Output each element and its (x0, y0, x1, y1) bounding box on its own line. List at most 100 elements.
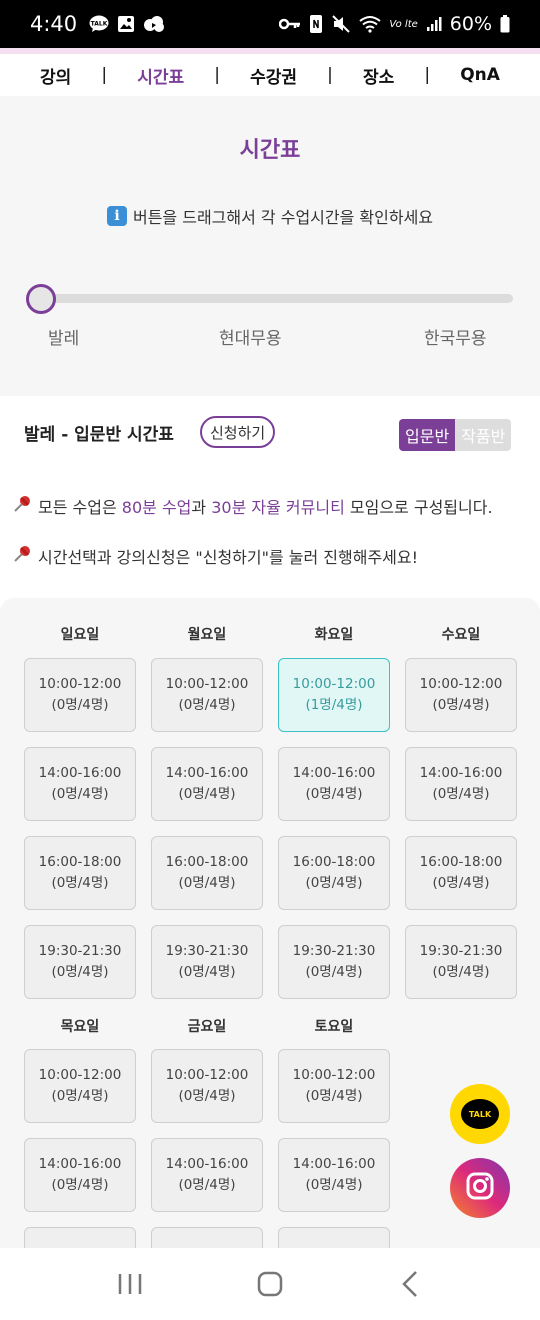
time-slot[interactable] (24, 1227, 136, 1248)
slot-capacity: (0명/4명) (51, 1177, 109, 1193)
slot-time: 10:00-12:00 (38, 1067, 122, 1083)
time-slot[interactable]: 10:00-12:00 (0명/4명) (24, 1049, 136, 1123)
instagram-button[interactable] (450, 1158, 510, 1218)
nav-item-location[interactable]: 장소 (363, 63, 394, 88)
svg-text:TALK: TALK (91, 21, 108, 28)
time-slot[interactable]: 16:00-18:00 (0명/4명) (151, 836, 263, 910)
nav-item-lecture[interactable]: 강의 (40, 63, 71, 88)
day-label-friday: 금요일 (187, 1019, 227, 1035)
slot-capacity: (0명/4명) (51, 964, 109, 980)
status-time: 4:40 (30, 12, 78, 36)
time-slot[interactable]: 14:00-16:00 (0명/4명) (24, 747, 136, 821)
slot-capacity: (0명/4명) (178, 964, 236, 980)
time-slot[interactable]: 16:00-18:00 (0명/4명) (278, 836, 390, 910)
time-slot[interactable]: 16:00-18:00 (0명/4명) (405, 836, 517, 910)
slot-time: 10:00-12:00 (165, 1067, 249, 1083)
back-icon[interactable] (390, 1264, 430, 1304)
slot-capacity: (0명/4명) (178, 1088, 236, 1104)
signal-icon (426, 16, 442, 32)
volte-icon: Vo lte (389, 18, 418, 30)
slider-label-ballet[interactable]: 발레 (48, 324, 79, 349)
time-slot[interactable]: 14:00-16:00 (0명/4명) (405, 747, 517, 821)
time-slot[interactable]: 19:30-21:30 (0명/4명) (151, 925, 263, 999)
day-label-tuesday: 화요일 (314, 627, 354, 643)
notice-text-pre: 모든 수업은 (38, 498, 117, 517)
slot-time: 14:00-16:00 (165, 765, 249, 781)
battery-percent: 60% (449, 13, 492, 35)
slot-capacity: (0명/4명) (305, 786, 363, 802)
system-nav-bar (0, 1248, 540, 1320)
time-slot[interactable]: 10:00-12:00 (0명/4명) (405, 658, 517, 732)
page-title: 시간표 (239, 138, 301, 163)
slot-time: 10:00-12:00 (292, 1067, 376, 1083)
time-slot[interactable]: 14:00-16:00 (0명/4명) (278, 747, 390, 821)
time-slot[interactable] (278, 1227, 390, 1248)
time-slot[interactable]: 14:00-16:00 (0명/4명) (24, 1138, 136, 1212)
day-label-wednesday: 수요일 (441, 627, 481, 643)
kakao-talk-button[interactable]: TALK (450, 1084, 510, 1144)
slot-time: 16:00-18:00 (38, 854, 122, 870)
slot-time: 14:00-16:00 (292, 1156, 376, 1172)
notice-apply-guide: 시간선택과 강의신청은 "신청하기"를 눌러 진행해주세요! (12, 544, 418, 568)
notice-text-mid: 과 (191, 498, 207, 517)
slider-label-contemporary[interactable]: 현대무용 (219, 324, 282, 349)
time-slot[interactable]: 19:30-21:30 (0명/4명) (278, 925, 390, 999)
slot-capacity: (0명/4명) (178, 697, 236, 713)
slot-capacity: (0명/4명) (432, 786, 490, 802)
battery-icon (500, 15, 510, 33)
time-slot[interactable]: 10:00-12:00 (0명/4명) (24, 658, 136, 732)
slot-time: 14:00-16:00 (38, 765, 122, 781)
nav-separator: | (214, 65, 220, 85)
slot-capacity: (0명/4명) (432, 697, 490, 713)
pushpin-icon (12, 494, 32, 518)
genre-slider-track[interactable] (28, 294, 513, 303)
slot-capacity: (1명/4명) (305, 697, 363, 713)
slot-time: 16:00-18:00 (165, 854, 249, 870)
time-slot[interactable]: 19:30-21:30 (0명/4명) (24, 925, 136, 999)
slider-label-korean[interactable]: 한국무용 (424, 324, 487, 349)
day-label-thursday: 목요일 (60, 1019, 100, 1035)
cloud-icon (143, 15, 165, 33)
slot-time: 14:00-16:00 (292, 765, 376, 781)
slot-time: 14:00-16:00 (419, 765, 503, 781)
slot-time: 10:00-12:00 (419, 676, 503, 692)
nav-separator: | (101, 65, 108, 85)
time-slot-selected[interactable]: 10:00-12:00 (1명/4명) (278, 658, 390, 732)
level-beginner-tab[interactable]: 입문반 (399, 419, 456, 451)
time-slot[interactable]: 10:00-12:00 (0명/4명) (278, 1049, 390, 1123)
time-slot[interactable]: 14:00-16:00 (0명/4명) (151, 747, 263, 821)
time-slot[interactable]: 10:00-12:00 (0명/4명) (151, 1049, 263, 1123)
apply-button[interactable]: 신청하기 (200, 416, 276, 448)
recent-apps-icon[interactable] (110, 1264, 150, 1304)
notice-accent-community: 30분 자율 커뮤니티 (211, 498, 345, 517)
level-performance-tab[interactable]: 작품반 (455, 419, 512, 451)
slot-capacity: (0명/4명) (51, 875, 109, 891)
nav-item-pass[interactable]: 수강권 (250, 63, 297, 88)
instagram-icon (465, 1171, 495, 1205)
talk-icon: TALK (89, 15, 109, 33)
genre-slider-thumb[interactable] (26, 284, 56, 314)
time-slot[interactable]: 19:30-21:30 (0명/4명) (405, 925, 517, 999)
home-icon[interactable] (250, 1264, 290, 1304)
notice-accent-duration: 80분 수업 (121, 498, 192, 517)
slot-capacity: (0명/4명) (178, 875, 236, 891)
info-line: i 버튼을 드래그해서 각 수업시간을 확인하세요 (0, 204, 540, 228)
nav-item-timetable[interactable]: 시간표 (137, 63, 184, 88)
nav-separator: | (327, 65, 333, 85)
slot-capacity: (0명/4명) (178, 786, 236, 802)
time-slot[interactable]: 10:00-12:00 (0명/4명) (151, 658, 263, 732)
nav-item-qna[interactable]: QnA (460, 65, 500, 85)
kakao-talk-icon: TALK (461, 1099, 499, 1129)
slot-capacity: (0명/4명) (305, 1088, 363, 1104)
day-label-sunday: 일요일 (60, 627, 100, 643)
time-slot[interactable]: 14:00-16:00 (0명/4명) (151, 1138, 263, 1212)
level-toggle: 입문반 작품반 (399, 419, 512, 451)
time-slot[interactable]: 14:00-16:00 (0명/4명) (278, 1138, 390, 1212)
time-slot[interactable]: 16:00-18:00 (0명/4명) (24, 836, 136, 910)
info-text: 버튼을 드래그해서 각 수업시간을 확인하세요 (132, 208, 434, 227)
time-slot[interactable] (151, 1227, 263, 1248)
slot-time: 10:00-12:00 (38, 676, 122, 692)
slot-time: 19:30-21:30 (38, 943, 122, 959)
gallery-icon (117, 15, 135, 33)
info-icon: i (106, 206, 127, 226)
